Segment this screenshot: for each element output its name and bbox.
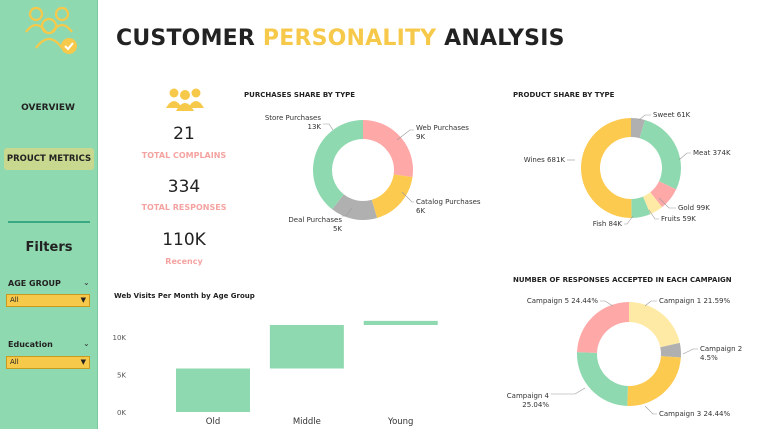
education-value: All: [10, 358, 19, 366]
filter-label-age-group: AGE GROUP: [8, 279, 61, 288]
title-part-3: ANALYSIS: [436, 26, 565, 51]
filter-label-education: Education: [8, 340, 53, 349]
chevron-down-icon[interactable]: ⌄: [83, 339, 90, 348]
age-group-select[interactable]: All ▼: [6, 294, 90, 307]
slice-campaign-3[interactable]: [627, 356, 681, 406]
bar-old[interactable]: [176, 368, 250, 413]
slice-label: Fruits 59K: [661, 215, 696, 223]
slice-campaign-4[interactable]: [577, 352, 628, 406]
label-leader-line: [551, 387, 586, 395]
slice-label: Sweet 61K: [653, 111, 691, 119]
slice-campaign-5[interactable]: [577, 302, 629, 353]
title-part-1: CUSTOMER: [116, 26, 263, 51]
education-select[interactable]: All ▼: [6, 356, 90, 369]
slice-label: Meat 374K: [693, 149, 731, 157]
chart-title-web-visits: Web Visits Per Month by Age Group: [114, 292, 255, 300]
slice-label: Catalog Purchases 6K: [416, 198, 481, 215]
x-category-label: Middle: [293, 417, 321, 427]
label-leader-line: [682, 348, 698, 355]
slice-label: Campaign 4 25.04%: [507, 392, 550, 409]
customers-logo-icon: [25, 6, 77, 54]
web-visits-bar-chart: 10K 5K 0K Old Middle Young: [113, 320, 438, 427]
chart-title-product-share: PRODUCT SHARE BY TYPE: [513, 91, 615, 99]
slice-label: Gold 99K: [678, 204, 710, 212]
label-leader-line: [323, 123, 334, 131]
bar-middle[interactable]: [269, 325, 344, 369]
x-category-label: Old: [206, 417, 220, 427]
dropdown-arrow-icon: ▼: [80, 358, 86, 366]
y-tick-label: 5K: [117, 372, 126, 380]
slice-label: Fish 84K: [593, 220, 623, 228]
chart-title-campaign-responses: NUMBER OF RESPONSES ACCEPTED IN EACH CAM…: [513, 276, 732, 284]
nav-product-metrics[interactable]: PROUCT METRICS: [4, 148, 94, 170]
group-users-icon: [166, 88, 204, 111]
campaign-donut-chart: Campaign 1 21.59% Campaign 2 4.5% Campaign …: [507, 297, 742, 418]
slice-label: Campaign 3 24.44%: [659, 410, 730, 418]
sidebar-divider: [8, 221, 90, 223]
slice-label: Campaign 2 4.5%: [700, 345, 742, 362]
y-tick-label: 10K: [113, 334, 127, 342]
slice-wines[interactable]: [580, 118, 632, 218]
slice-label: Campaign 5 24.44%: [527, 297, 598, 305]
product-donut-chart: Sweet 61K Meat 374K Gold 99K Fruits 59K Fish…: [524, 111, 731, 228]
x-category-label: Young: [387, 417, 413, 427]
dropdown-arrow-icon: ▼: [80, 296, 86, 304]
slice-label: Deal Purchases 5K: [288, 216, 342, 233]
bar-young[interactable]: [363, 320, 438, 325]
slice-web-purchases[interactable]: [363, 120, 413, 178]
chart-title-purchases-share: PURCHASES SHARE BY TYPE: [244, 91, 356, 99]
filters-title: Filters: [25, 240, 73, 255]
nav-overview[interactable]: OVERVIEW: [4, 98, 92, 118]
label-leader-line: [644, 405, 657, 415]
kpi-recency-label: Recency: [165, 257, 203, 266]
y-tick-label: 0K: [117, 409, 126, 417]
sidebar: OVERVIEW PROUCT METRICS Filters AGE GROU…: [0, 0, 98, 429]
purchases-donut-chart: Web Purchases 9K Catalog Purchases 6K Deal P…: [265, 114, 481, 233]
slice-meat[interactable]: [639, 119, 681, 190]
page-title: CUSTOMER PERSONALITY ANALYSIS: [116, 26, 565, 51]
slice-label: Campaign 1 21.59%: [659, 297, 730, 305]
label-leader-line: [678, 152, 691, 161]
slice-store-purchases[interactable]: [313, 120, 363, 210]
chevron-down-icon[interactable]: ⌄: [83, 278, 90, 287]
slice-label: Store Purchases 13K: [265, 114, 322, 131]
slice-label: Web Purchases 9K: [416, 124, 469, 141]
slice-label: Wines 681K: [524, 156, 566, 164]
title-part-2: PERSONALITY: [262, 26, 437, 51]
slice-campaign-1[interactable]: [629, 302, 680, 348]
age-group-value: All: [10, 296, 19, 304]
